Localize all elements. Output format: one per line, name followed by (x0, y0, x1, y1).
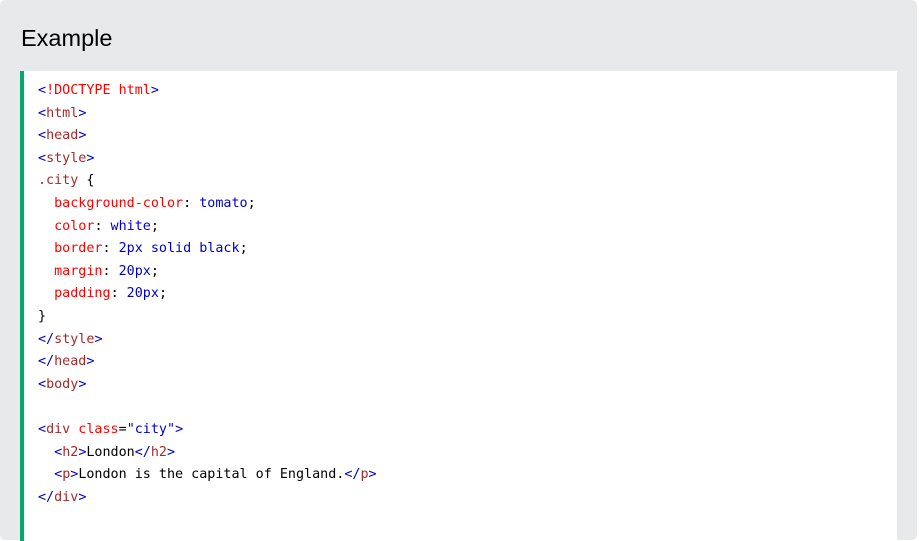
example-title: Example (21, 25, 113, 51)
code-line-decl-padding: padding: 20px; (54, 286, 167, 302)
code-line-p: <p>London is the capital of England.</p> (54, 467, 377, 483)
code-line-brace-close: } (38, 308, 47, 324)
code-line-style-open: <style> (38, 150, 95, 166)
code-line-head-open: <head> (38, 128, 87, 144)
code-line-decl-background: background-color: tomato; (54, 195, 256, 211)
code-line-div-close: </div> (38, 489, 87, 505)
code-block: <!DOCTYPE html> <html> <head> <style> .city … (20, 71, 897, 541)
code-line-doctype: <!DOCTYPE html> (38, 83, 159, 98)
code-line-decl-color: color: white; (54, 218, 159, 234)
example-panel: Example <!DOCTYPE html> <html> <head> <styl… (0, 0, 917, 541)
code-line-head-close: </head> (38, 354, 95, 370)
code-line-h2: <h2>London</h2> (54, 444, 176, 460)
code-line-decl-margin: margin: 20px; (54, 263, 159, 279)
code-line-decl-border: border: 2px solid black; (54, 241, 248, 257)
code-line-style-close: </style> (38, 331, 103, 347)
code-line-html-open: <html> (38, 105, 87, 121)
code-line-body-open: <body> (38, 376, 87, 392)
code-line-selector: .city { (38, 173, 95, 189)
code-line-div-open: <div class="city"> (38, 421, 184, 437)
